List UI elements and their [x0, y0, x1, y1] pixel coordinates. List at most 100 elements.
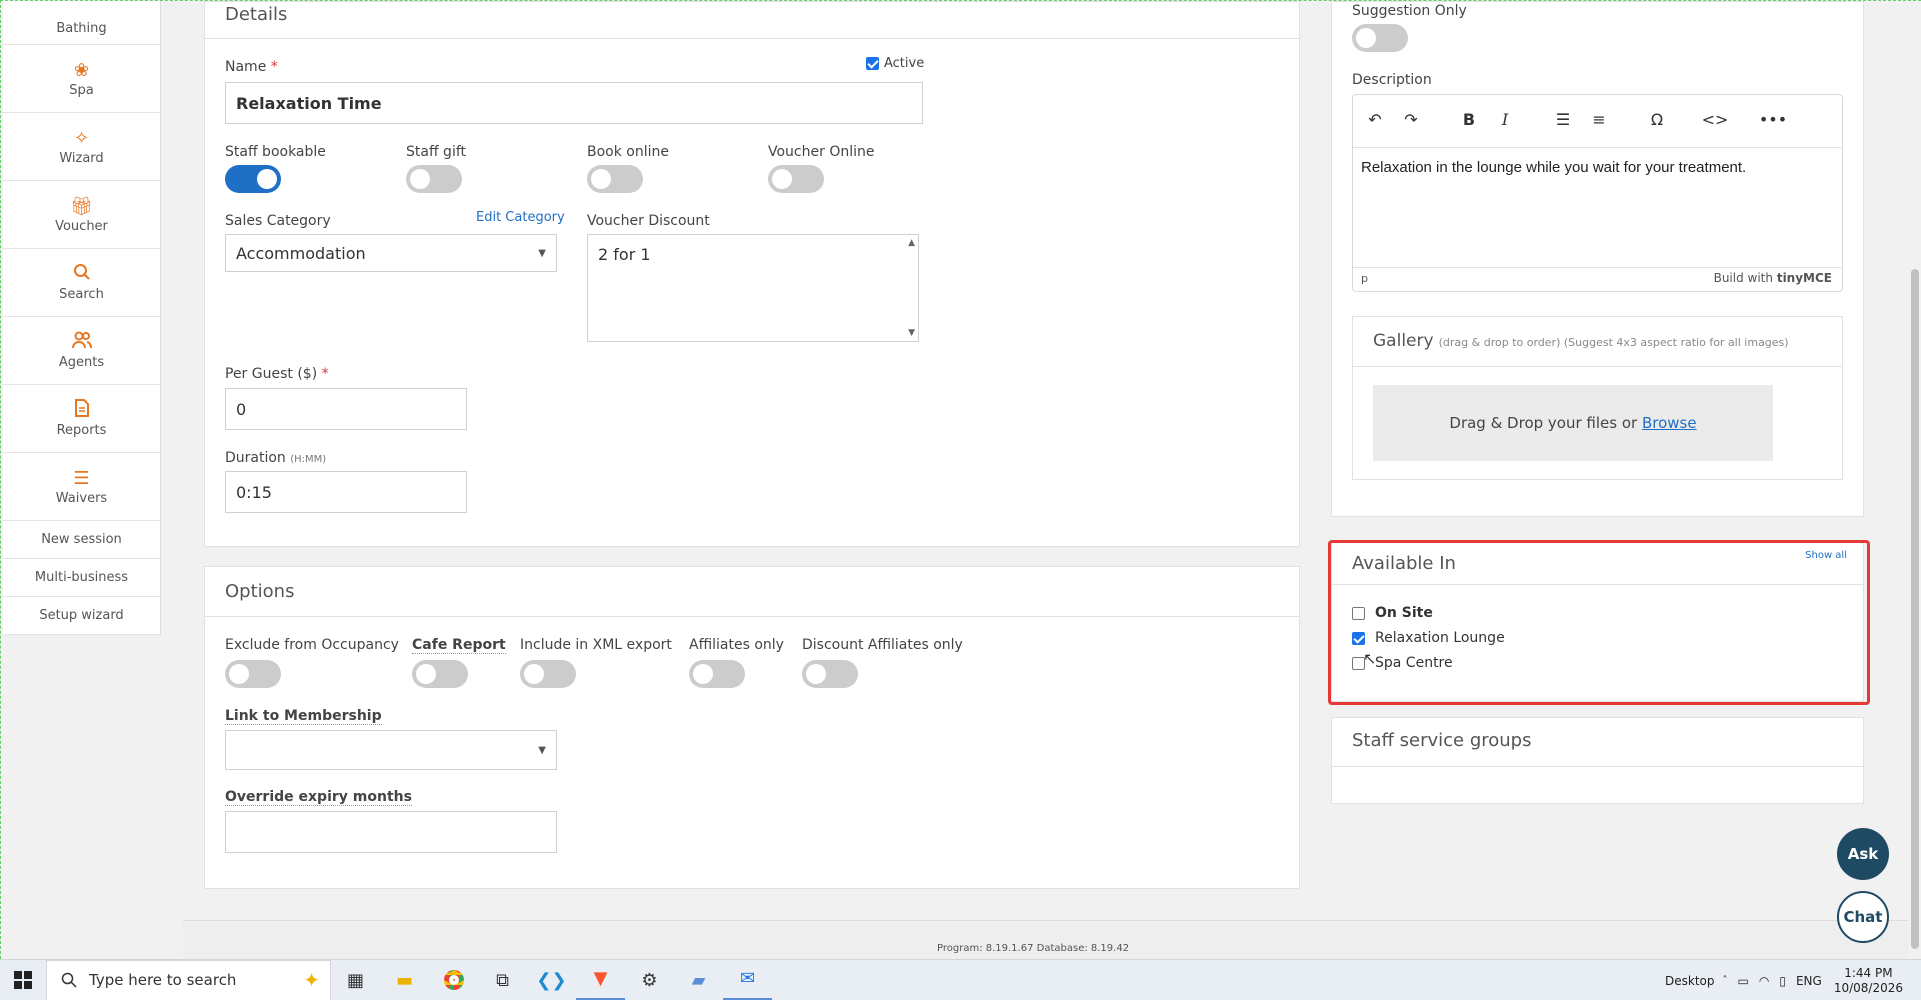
bullet-list-icon[interactable]: ☰ [1545, 104, 1581, 134]
staff-bookable-toggle[interactable] [225, 165, 281, 193]
sales-category-select[interactable]: Accommodation ▼ [225, 234, 557, 272]
code-icon[interactable]: <> [1697, 104, 1733, 134]
sidebar-item-bathing[interactable]: Bathing [3, 1, 160, 45]
taskbar-search-text: Type here to search [89, 971, 237, 989]
gallery-title: Gallery [1373, 331, 1434, 351]
redo-icon[interactable]: ↷ [1393, 104, 1429, 134]
duration-input[interactable]: 0:15 [225, 471, 467, 513]
ask-button[interactable]: Ask [1837, 828, 1889, 880]
description-editor[interactable]: ↶ ↷ B I ☰ ≡ Ω <> ••• Relaxation in the l… [1352, 94, 1843, 292]
gift-icon: 🎁︎ [70, 196, 93, 217]
sidebar-item-agents[interactable]: Agents [3, 317, 160, 385]
link-membership-select[interactable]: ▼ [225, 730, 557, 770]
voucher-discount-textarea[interactable]: 2 for 1 ▲ ▼ [587, 234, 919, 342]
language-indicator[interactable]: ENG [1796, 974, 1822, 988]
search-icon [61, 972, 77, 988]
book-online-label: Book online [587, 144, 669, 160]
battery-icon[interactable]: ▭ [1738, 974, 1749, 988]
sidebar-item-label: Search [59, 287, 104, 302]
staff-gift-toggle[interactable] [406, 165, 462, 193]
browse-link[interactable]: Browse [1642, 414, 1697, 432]
sidebar-item-wizard[interactable]: ✧ Wizard [3, 113, 160, 181]
per-guest-input[interactable]: 0 [225, 388, 467, 430]
file-explorer-icon[interactable]: ▬ [380, 960, 429, 1000]
windows-start-button[interactable] [0, 960, 46, 1000]
users-icon [71, 331, 93, 355]
footer: Program: 8.19.1.67 Database: 8.19.42 [183, 920, 1921, 960]
description-text[interactable]: Relaxation in the lounge while you wait … [1361, 159, 1746, 176]
details-panel: Details Name * Active Relaxation Time St… [204, 1, 1300, 547]
chat-button[interactable]: Chat [1837, 891, 1889, 943]
duration-hint: (H:MM) [290, 454, 327, 465]
active-checkbox-group[interactable]: Active [866, 56, 924, 71]
xml-export-label: Include in XML export [520, 637, 672, 653]
voucher-online-label: Voucher Online [768, 144, 875, 160]
settings-icon[interactable]: ⚙ [625, 960, 674, 1000]
active-checkbox[interactable] [866, 57, 879, 70]
page-scrollbar[interactable] [1908, 1, 1921, 960]
vscode-icon[interactable]: ❮❯ [527, 960, 576, 1000]
editor-path: p [1361, 272, 1368, 285]
voucher-discount-label: Voucher Discount [587, 213, 710, 229]
scroll-down-icon[interactable]: ▼ [908, 328, 915, 338]
sidebar-link-setup-wizard[interactable]: Setup wizard [3, 597, 160, 635]
affiliates-only-toggle[interactable] [689, 660, 745, 688]
book-online-toggle[interactable] [587, 165, 643, 193]
wand-icon: ✧ [73, 128, 90, 149]
remote-desktop-icon[interactable]: ⧉ [478, 960, 527, 1000]
divider [1353, 366, 1842, 367]
device-icon[interactable]: ▯ [1779, 974, 1786, 988]
italic-icon[interactable]: I [1487, 104, 1523, 134]
sidebar-item-reports[interactable]: Reports [3, 385, 160, 453]
discount-affiliates-toggle[interactable] [802, 660, 858, 688]
exclude-occupancy-toggle[interactable] [225, 660, 281, 688]
sidebar-item-label: Agents [58, 355, 105, 370]
override-expiry-label: Override expiry months [225, 789, 412, 806]
required-marker: * [321, 366, 329, 382]
sidebar-item-search[interactable]: Search [3, 249, 160, 317]
wifi-icon[interactable]: ◠ [1759, 974, 1769, 988]
sidebar-link-new-session[interactable]: New session [3, 521, 160, 559]
outlook-icon[interactable]: ✉ [723, 960, 772, 1000]
branding-text: Build with [1713, 271, 1773, 285]
undo-icon[interactable]: ↶ [1357, 104, 1393, 134]
chrome-icon[interactable] [429, 960, 478, 1000]
chevron-up-icon[interactable]: ˄ [1723, 975, 1728, 986]
cafe-report-toggle[interactable] [412, 660, 468, 688]
sidebar-item-spa[interactable]: ❀ Spa [3, 45, 160, 113]
bold-icon[interactable]: B [1451, 104, 1487, 134]
affiliates-only-label: Affiliates only [689, 637, 784, 653]
staff-groups-panel: Staff service groups [1331, 717, 1864, 804]
scrollbar-thumb[interactable] [1911, 269, 1919, 949]
sales-category-value: Accommodation [236, 243, 366, 263]
voucher-online-toggle[interactable] [768, 165, 824, 193]
edit-category-link[interactable]: Edit Category [476, 210, 565, 225]
scroll-up-icon[interactable]: ▲ [908, 238, 915, 248]
details-title: Details [225, 4, 288, 25]
numbered-list-icon[interactable]: ≡ [1581, 104, 1617, 134]
duration-label-text: Duration [225, 450, 286, 466]
discount-affiliates-label: Discount Affiliates only [802, 637, 963, 653]
sidebar-link-multi-business[interactable]: Multi-business [3, 559, 160, 597]
xml-export-toggle[interactable] [520, 660, 576, 688]
sidebar-item-waivers[interactable]: ☰ Waivers [3, 453, 160, 521]
more-icon[interactable]: ••• [1755, 104, 1791, 134]
special-char-icon[interactable]: Ω [1639, 104, 1675, 134]
name-input[interactable]: Relaxation Time [225, 82, 923, 124]
taskbar-search[interactable]: Type here to search ✦ [46, 959, 331, 1000]
notepad-icon[interactable]: ▰ [674, 960, 723, 1000]
sidebar: Bathing ❀ Spa ✧ Wizard 🎁︎ Voucher Search… [3, 1, 161, 635]
list-icon: ☰ [73, 468, 90, 489]
gallery-dropzone[interactable]: Drag & Drop your files or Browse [1373, 385, 1773, 461]
suggestion-only-label: Suggestion Only [1352, 3, 1467, 19]
override-expiry-input[interactable] [225, 811, 557, 853]
desktop-toolbar-label[interactable]: Desktop [1665, 974, 1715, 988]
clock[interactable]: 1:44 PM 10/08/2026 [1834, 966, 1903, 996]
brave-icon[interactable]: ▼ [576, 960, 625, 1000]
suggestion-only-toggle[interactable] [1352, 24, 1408, 52]
app-window: Bathing ❀ Spa ✧ Wizard 🎁︎ Voucher Search… [0, 0, 1921, 960]
task-view-icon[interactable]: ▦ [331, 960, 380, 1000]
sidebar-item-voucher[interactable]: 🎁︎ Voucher [3, 181, 160, 249]
divider [205, 38, 1299, 39]
gallery-panel: Gallery (drag & drop to order) (Suggest … [1352, 316, 1843, 480]
